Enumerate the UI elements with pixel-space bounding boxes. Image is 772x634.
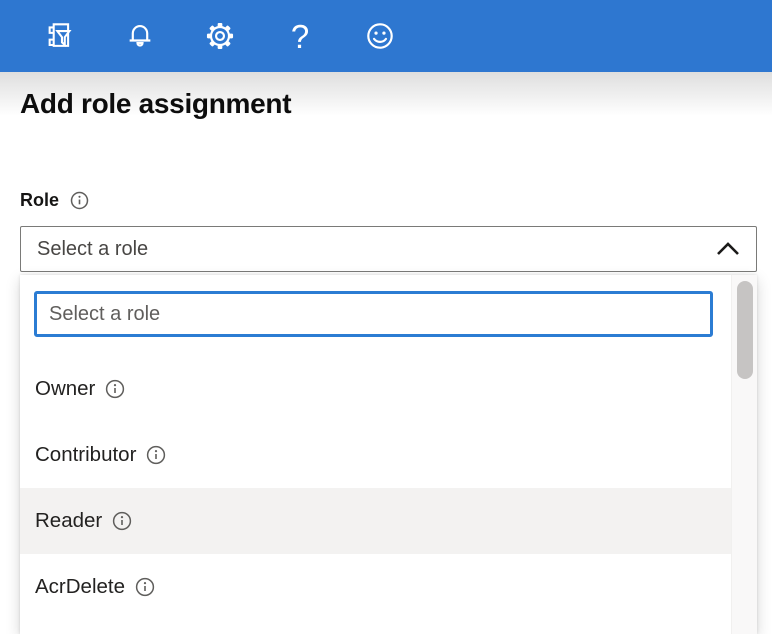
dropdown-scrollbar-thumb[interactable] bbox=[737, 281, 753, 379]
role-dropdown-panel: Owner Contributor Reader bbox=[20, 275, 757, 634]
settings-gear-icon[interactable] bbox=[200, 16, 240, 56]
role-select[interactable]: Select a role bbox=[20, 226, 757, 272]
role-select-value: Select a role bbox=[37, 238, 148, 261]
role-search-input[interactable] bbox=[34, 291, 713, 337]
role-options-list: Owner Contributor Reader bbox=[20, 356, 731, 620]
directory-filter-icon[interactable] bbox=[40, 16, 80, 56]
dropdown-scrollbar-track bbox=[731, 275, 757, 634]
chevron-up-icon bbox=[716, 242, 740, 256]
role-option-acrdelete[interactable]: AcrDelete bbox=[20, 554, 731, 620]
role-field-label-row: Role bbox=[20, 190, 89, 211]
info-icon[interactable] bbox=[105, 379, 125, 399]
notifications-bell-icon[interactable] bbox=[120, 16, 160, 56]
topbar: ? bbox=[0, 0, 772, 72]
info-icon[interactable] bbox=[135, 577, 155, 597]
info-icon[interactable] bbox=[112, 511, 132, 531]
feedback-smiley-icon[interactable] bbox=[360, 16, 400, 56]
option-label: Owner bbox=[35, 377, 95, 401]
question-mark-glyph: ? bbox=[291, 20, 309, 53]
role-option-owner[interactable]: Owner bbox=[20, 356, 731, 422]
help-question-icon[interactable]: ? bbox=[280, 16, 320, 56]
info-icon[interactable] bbox=[146, 445, 166, 465]
option-label: Contributor bbox=[35, 443, 136, 467]
page-title: Add role assignment bbox=[20, 88, 291, 120]
option-label: Reader bbox=[35, 509, 102, 533]
role-option-reader[interactable]: Reader bbox=[20, 488, 731, 554]
role-label: Role bbox=[20, 190, 59, 211]
role-option-contributor[interactable]: Contributor bbox=[20, 422, 731, 488]
role-info-icon[interactable] bbox=[70, 191, 89, 210]
option-label: AcrDelete bbox=[35, 575, 125, 599]
